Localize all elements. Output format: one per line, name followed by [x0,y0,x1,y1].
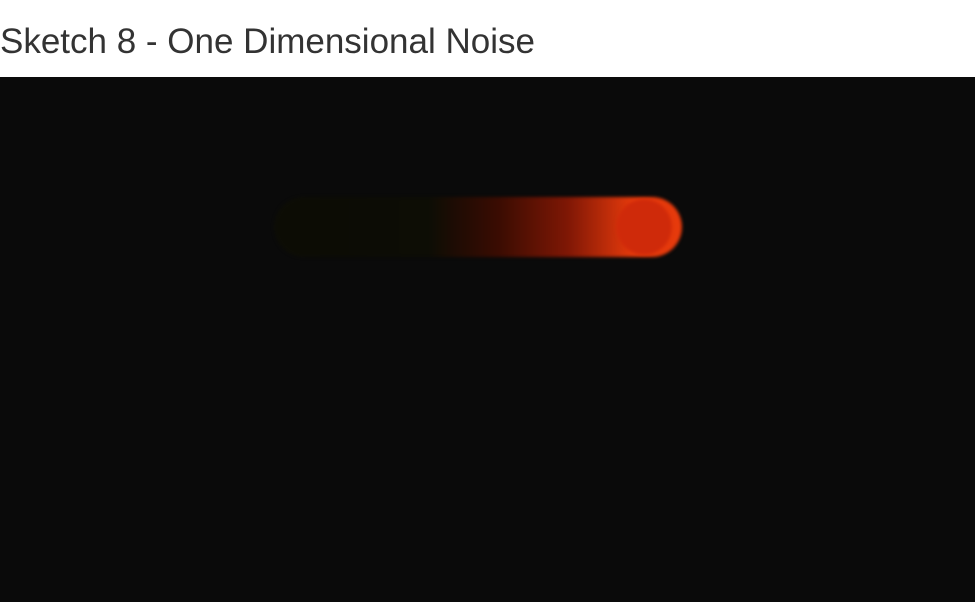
page-header: Sketch 8 - One Dimensional Noise [0,0,975,77]
sketch-canvas[interactable] [0,77,975,602]
noise-dot [616,199,672,255]
page-title: Sketch 8 - One Dimensional Noise [0,22,535,61]
